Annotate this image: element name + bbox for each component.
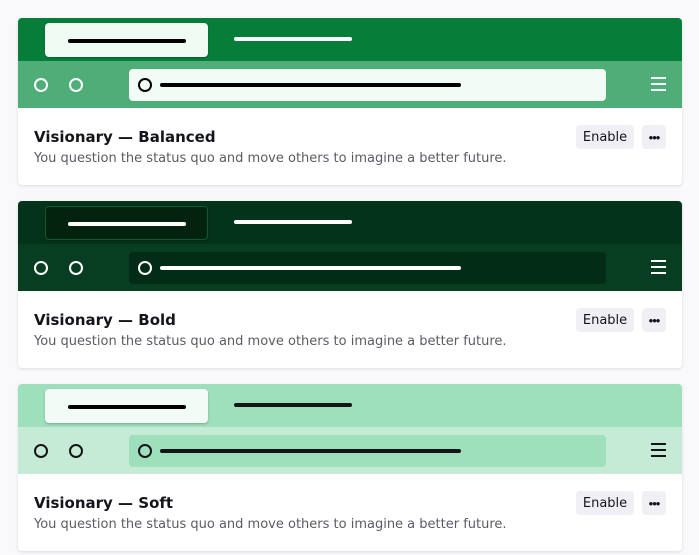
urlbar-circle-icon	[138, 78, 152, 92]
urlbar-circle-icon	[138, 261, 152, 275]
theme-preview-tabstrip	[18, 201, 682, 244]
more-options-button[interactable]: •••	[642, 125, 666, 149]
menu-icon	[651, 443, 666, 457]
preview-urlbar	[129, 252, 606, 284]
theme-preview-toolbar	[18, 427, 682, 474]
theme-card: Visionary — Soft You question the status…	[18, 384, 682, 551]
enable-button[interactable]: Enable	[576, 125, 634, 149]
preview-urlbar	[129, 69, 606, 101]
theme-preview-tabstrip	[18, 384, 682, 427]
theme-description: You question the status quo and move oth…	[34, 334, 507, 349]
theme-description: You question the status quo and move oth…	[34, 517, 507, 532]
back-icon	[34, 444, 48, 458]
theme-title: Visionary — Bold	[34, 311, 176, 329]
forward-icon	[69, 261, 83, 275]
preview-urlbar	[129, 435, 606, 467]
back-icon	[34, 261, 48, 275]
forward-icon	[69, 444, 83, 458]
theme-card: Visionary — Balanced You question the st…	[18, 18, 682, 185]
preview-inactive-tab	[234, 220, 352, 224]
preview-active-tab	[45, 206, 208, 240]
more-options-button[interactable]: •••	[642, 308, 666, 332]
menu-icon	[651, 77, 666, 91]
enable-button[interactable]: Enable	[576, 491, 634, 515]
back-icon	[34, 78, 48, 92]
theme-title: Visionary — Balanced	[34, 128, 216, 146]
forward-icon	[69, 78, 83, 92]
theme-card: Visionary — Bold You question the status…	[18, 201, 682, 368]
preview-active-tab	[45, 389, 208, 423]
theme-preview-toolbar	[18, 61, 682, 108]
preview-inactive-tab	[234, 403, 352, 407]
urlbar-circle-icon	[138, 444, 152, 458]
theme-description: You question the status quo and move oth…	[34, 151, 507, 166]
preview-inactive-tab	[234, 37, 352, 41]
theme-preview-toolbar	[18, 244, 682, 291]
menu-icon	[651, 260, 666, 274]
theme-preview-tabstrip	[18, 18, 682, 61]
more-options-button[interactable]: •••	[642, 491, 666, 515]
theme-title: Visionary — Soft	[34, 494, 174, 512]
enable-button[interactable]: Enable	[576, 308, 634, 332]
preview-active-tab	[45, 23, 208, 57]
